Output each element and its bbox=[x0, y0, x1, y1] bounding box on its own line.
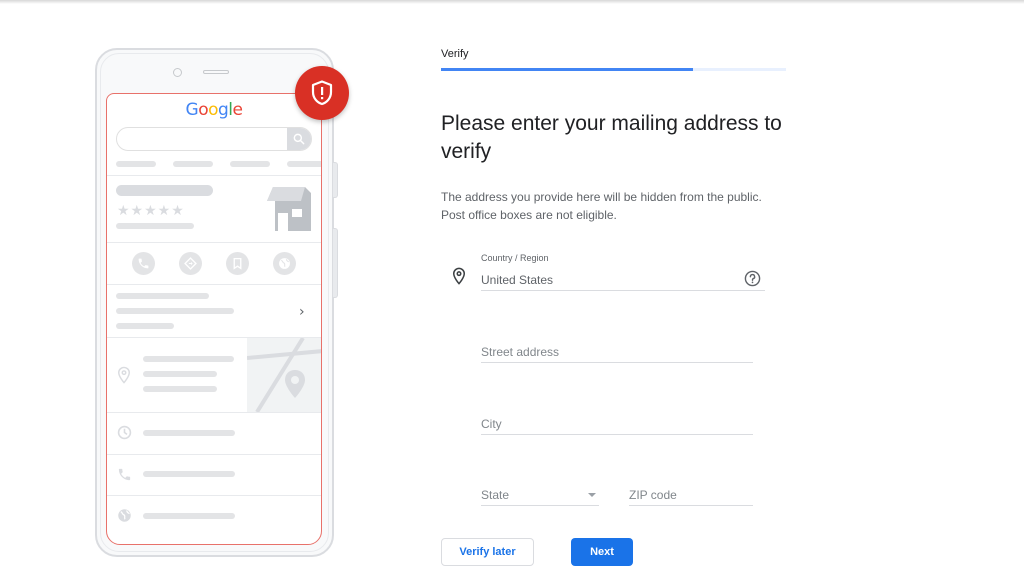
mock-text-line bbox=[143, 430, 235, 436]
mock-text-line bbox=[143, 471, 235, 477]
mock-text-line bbox=[143, 513, 235, 519]
next-button[interactable]: Next bbox=[571, 538, 633, 566]
clock-icon bbox=[117, 425, 132, 440]
globe-icon bbox=[279, 258, 290, 269]
progress-bar bbox=[441, 68, 786, 71]
step-label: Verify bbox=[441, 48, 469, 60]
city-input[interactable] bbox=[481, 417, 753, 431]
search-icon bbox=[293, 133, 305, 145]
star-rating-icon: ★★★★★ bbox=[117, 202, 185, 218]
mock-search-button bbox=[287, 128, 311, 150]
security-alert-badge bbox=[295, 66, 349, 120]
city-field[interactable] bbox=[481, 412, 753, 435]
mock-tab bbox=[287, 161, 321, 167]
mock-search-bar bbox=[116, 127, 312, 151]
street-address-field[interactable] bbox=[481, 340, 753, 363]
storefront-icon bbox=[267, 187, 311, 231]
phone-side-button bbox=[333, 228, 338, 298]
mock-text-line bbox=[116, 293, 209, 299]
directions-action-icon bbox=[179, 252, 202, 275]
divider bbox=[107, 242, 321, 243]
website-action-icon bbox=[273, 252, 296, 275]
divider bbox=[107, 175, 321, 176]
mock-business-name bbox=[116, 185, 213, 196]
divider bbox=[107, 284, 321, 285]
state-input[interactable] bbox=[481, 488, 599, 502]
phone-icon bbox=[118, 468, 131, 481]
page-title: Please enter your mailing address to ver… bbox=[441, 112, 782, 163]
phone-icon bbox=[138, 258, 149, 269]
logo-letter: o bbox=[198, 100, 209, 120]
street-address-input[interactable] bbox=[481, 345, 753, 359]
country-region-label: Country / Region bbox=[481, 253, 549, 263]
google-logo: Google bbox=[107, 100, 321, 120]
mock-text-line bbox=[143, 371, 217, 377]
phone-screen: Google ★★★★★ › bbox=[106, 93, 322, 545]
country-region-select[interactable]: Country / Region bbox=[481, 253, 765, 291]
divider bbox=[107, 454, 321, 455]
directions-icon bbox=[184, 257, 197, 270]
mock-text-line bbox=[116, 323, 174, 329]
mock-tab bbox=[116, 161, 156, 167]
mock-text-line bbox=[143, 356, 234, 362]
country-region-input[interactable] bbox=[481, 273, 731, 287]
logo-letter: G bbox=[185, 100, 199, 120]
top-shadow bbox=[0, 0, 1024, 4]
mock-tab bbox=[230, 161, 270, 167]
zip-code-input[interactable] bbox=[629, 488, 753, 502]
divider bbox=[107, 412, 321, 413]
mock-tab bbox=[173, 161, 213, 167]
shield-alert-icon bbox=[311, 80, 333, 106]
state-select[interactable] bbox=[481, 483, 599, 506]
bookmark-icon bbox=[233, 257, 242, 270]
mock-text-line bbox=[143, 386, 217, 392]
map-icon bbox=[247, 338, 321, 412]
logo-letter: e bbox=[232, 100, 243, 120]
help-circle-icon[interactable] bbox=[744, 270, 761, 287]
verify-later-button[interactable]: Verify later bbox=[441, 538, 534, 566]
chevron-right-icon: › bbox=[299, 304, 305, 320]
logo-letter: g bbox=[218, 100, 229, 120]
page-description: The address you provide here will be hid… bbox=[441, 190, 762, 222]
phone-side-button bbox=[333, 162, 338, 198]
mock-text-line bbox=[116, 223, 194, 229]
save-action-icon bbox=[226, 252, 249, 275]
phone-camera bbox=[173, 68, 182, 77]
zip-code-field[interactable] bbox=[629, 483, 753, 506]
mock-text-line bbox=[116, 308, 234, 314]
progress-bar-fill bbox=[441, 68, 693, 71]
location-pin-icon bbox=[118, 366, 130, 384]
phone-speaker bbox=[203, 70, 229, 74]
location-pin-icon bbox=[452, 267, 466, 285]
logo-letter: o bbox=[208, 100, 218, 120]
call-action-icon bbox=[132, 252, 155, 275]
divider bbox=[107, 495, 321, 496]
globe-icon bbox=[118, 509, 131, 522]
dropdown-caret-icon[interactable] bbox=[588, 493, 596, 497]
mock-map bbox=[247, 338, 321, 412]
